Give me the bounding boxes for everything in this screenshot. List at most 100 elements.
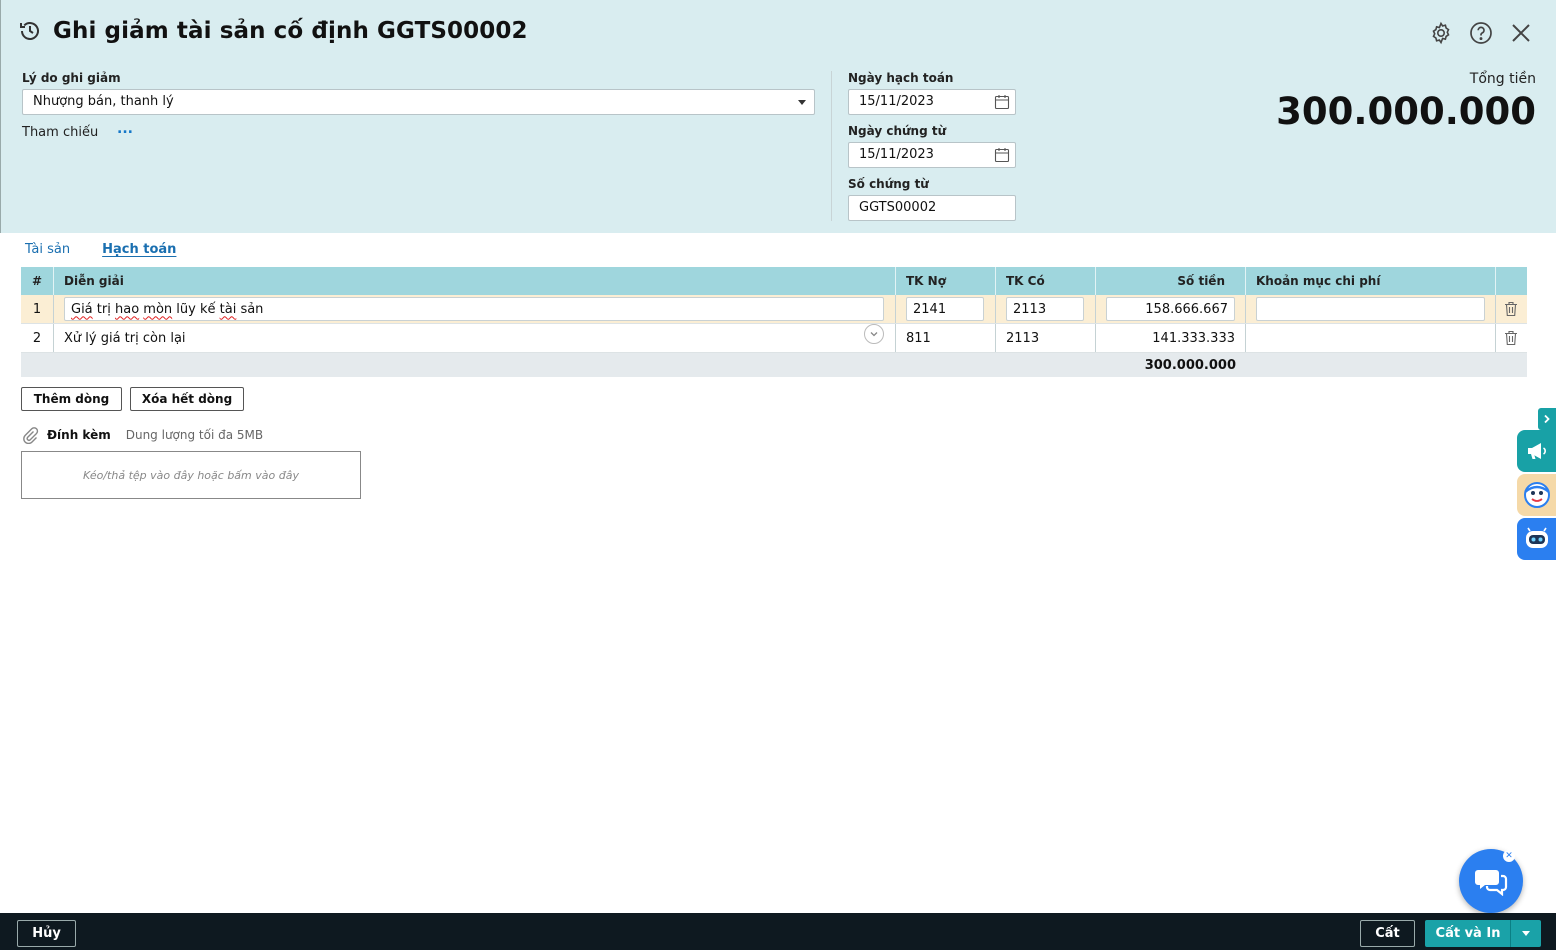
reference-more-button[interactable]: ...: [117, 121, 133, 137]
amount-cell[interactable]: 141.333.333: [1095, 324, 1235, 352]
col-divider: [1245, 324, 1246, 352]
chevron-down-icon[interactable]: [864, 324, 884, 344]
side-panel-expand-button[interactable]: [1538, 408, 1556, 430]
caret-down-icon: [1522, 931, 1530, 936]
description-text: Giá trị hao mòn lũy kế tài sản: [71, 302, 263, 317]
voucher-no-input[interactable]: GGTS00002: [848, 195, 1016, 221]
col-divider: [995, 324, 996, 352]
attachment-dropzone[interactable]: Kéo/thả tệp vào đây hoặc bấm vào đây: [21, 451, 361, 499]
megaphone-icon: [1527, 443, 1546, 459]
total-label: Tổng tiền: [1469, 71, 1536, 87]
reason-select[interactable]: Nhượng bán, thanh lý: [22, 89, 815, 115]
attachment-title: Đính kèm: [47, 428, 111, 442]
posting-date-value: 15/11/2023: [859, 94, 934, 109]
tab-accounting[interactable]: Hạch toán: [102, 242, 176, 259]
add-row-button[interactable]: Thêm dòng: [21, 387, 122, 411]
bot-assistant-button[interactable]: [1517, 518, 1556, 560]
description-part: trị: [92, 301, 115, 317]
save-and-print-button[interactable]: Cất và In: [1425, 920, 1511, 947]
col-header-credit[interactable]: TK Có: [1006, 267, 1045, 295]
grid-total-row: 300.000.000: [21, 353, 1527, 377]
col-divider: [995, 267, 996, 295]
posting-date-label: Ngày hạch toán: [848, 71, 954, 85]
table-row[interactable]: 1 Giá trị hao mòn lũy kế tài sản 2141 21…: [21, 295, 1527, 324]
total-value: 300.000.000: [1276, 90, 1536, 133]
grid-total-amount: 300.000.000: [1144, 357, 1236, 373]
col-header-amount[interactable]: Số tiền: [1095, 267, 1225, 295]
accounting-grid: # Diễn giải TK Nợ TK Có Số tiền Khoản mụ…: [21, 267, 1527, 377]
attachment-size-note: Dung lượng tối đa 5MB: [125, 428, 264, 442]
col-divider: [995, 295, 996, 323]
description-part: lũy kế: [172, 301, 220, 317]
col-divider: [895, 295, 896, 323]
robot-icon: [1525, 527, 1548, 548]
trash-icon[interactable]: [1503, 300, 1519, 318]
col-divider: [1495, 324, 1496, 352]
tab-assets[interactable]: Tài sản: [25, 242, 70, 259]
credit-account-input[interactable]: 2113: [1006, 297, 1084, 321]
row-number: 2: [32, 330, 42, 346]
attachment-header: Đính kèm Dung lượng tối đa 5MB: [21, 426, 263, 444]
col-divider: [895, 267, 896, 295]
form-header: Ghi giảm tài sản cố định GGTS00002 Lý do…: [0, 0, 1556, 233]
grid-header: # Diễn giải TK Nợ TK Có Số tiền Khoản mụ…: [21, 267, 1527, 295]
chat-bubbles-icon: [1475, 870, 1508, 896]
voucher-date-label: Ngày chứng từ: [848, 124, 947, 138]
page-title: Ghi giảm tài sản cố định GGTS00002: [53, 18, 528, 44]
description-input[interactable]: Giá trị hao mòn lũy kế tài sản: [64, 297, 884, 321]
reference-label: Tham chiếu: [22, 125, 99, 140]
reason-label: Lý do ghi giảm: [22, 71, 121, 85]
calendar-icon[interactable]: [994, 147, 1010, 163]
description-part: hao: [114, 301, 140, 317]
chat-close-icon[interactable]: ✕: [1503, 850, 1515, 862]
voucher-date-value: 15/11/2023: [859, 147, 934, 162]
col-divider: [1095, 295, 1096, 323]
debit-account-input[interactable]: 2141: [906, 297, 984, 321]
col-divider: [53, 324, 54, 352]
col-divider: [53, 295, 54, 323]
footer-bar: Hủy Cất Cất và In: [0, 913, 1556, 950]
debit-account-cell[interactable]: 811: [906, 324, 931, 352]
save-button[interactable]: Cất: [1360, 920, 1415, 947]
col-divider: [1495, 295, 1496, 323]
gear-icon[interactable]: [1428, 20, 1454, 46]
assistant-avatar-icon: [1523, 482, 1550, 508]
description-part: sản: [236, 301, 264, 317]
col-divider: [1245, 267, 1246, 295]
trash-icon[interactable]: [1503, 329, 1519, 347]
announcement-button[interactable]: [1517, 430, 1556, 472]
row-number: 1: [32, 301, 42, 317]
col-divider: [895, 324, 896, 352]
col-header-debit[interactable]: TK Nợ: [906, 267, 946, 295]
voucher-no-label: Số chứng từ: [848, 177, 929, 191]
cancel-button[interactable]: Hủy: [17, 920, 76, 947]
help-icon[interactable]: [1468, 20, 1494, 46]
col-header-no: #: [31, 274, 43, 288]
credit-account-cell[interactable]: 2113: [1006, 324, 1039, 352]
col-header-description[interactable]: Diễn giải: [64, 267, 124, 295]
col-header-cost-item[interactable]: Khoản mục chi phí: [1256, 267, 1380, 295]
posting-date-input[interactable]: 15/11/2023: [848, 89, 1016, 115]
delete-all-rows-button[interactable]: Xóa hết dòng: [130, 387, 244, 411]
support-assistant-button[interactable]: [1517, 474, 1556, 516]
paperclip-icon: [23, 427, 39, 444]
amount-input[interactable]: 158.666.667: [1106, 297, 1235, 321]
description-cell[interactable]: Xử lý giá trị còn lại: [64, 324, 186, 352]
description-part: mòn: [143, 301, 173, 317]
history-icon[interactable]: [17, 18, 43, 44]
tab-bar: Tài sản Hạch toán: [25, 242, 176, 259]
cost-item-input[interactable]: [1256, 297, 1485, 321]
description-part: tài: [219, 301, 237, 317]
close-icon[interactable]: [1508, 20, 1534, 46]
calendar-icon[interactable]: [994, 94, 1010, 110]
reason-value: Nhượng bán, thanh lý: [33, 94, 174, 109]
col-divider: [1495, 267, 1496, 295]
top-toolbar: [1428, 20, 1534, 46]
table-row[interactable]: 2 Xử lý giá trị còn lại 811 2113 141.333…: [21, 324, 1527, 353]
save-print-dropdown-button[interactable]: [1510, 920, 1541, 947]
voucher-date-input[interactable]: 15/11/2023: [848, 142, 1016, 168]
voucher-no-value: GGTS00002: [859, 200, 937, 215]
header-divider: [831, 71, 832, 221]
chevron-right-icon: [1544, 414, 1550, 424]
title-row: Ghi giảm tài sản cố định GGTS00002: [17, 18, 528, 44]
